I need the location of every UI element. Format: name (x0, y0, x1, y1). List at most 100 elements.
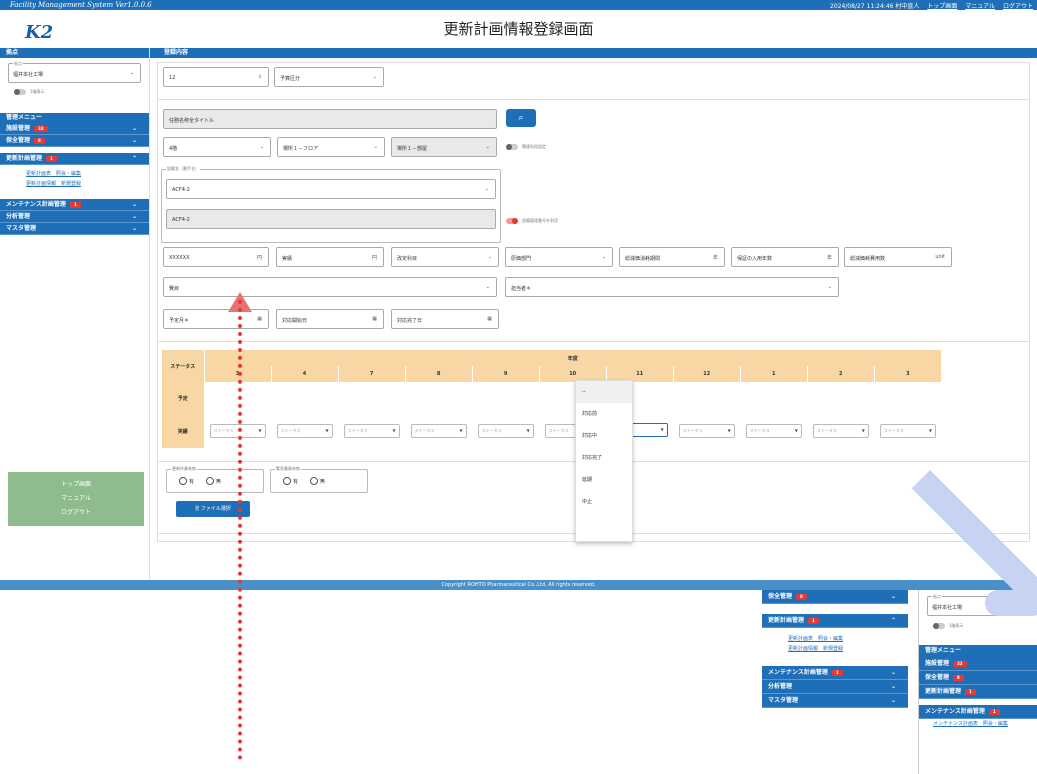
floor-select[interactable]: 4階 ⌄ (163, 137, 271, 157)
dropdown-option[interactable]: 中止 (576, 491, 632, 513)
sublink-plan-register[interactable]: 更新計画情報 新規登録 (762, 644, 908, 654)
sublink-maint-view[interactable]: メンテナンス計画表 照会・編集 (919, 719, 1037, 729)
dropdown-option[interactable]: 対応完了 (576, 447, 632, 469)
floor-toggle-row[interactable]: 1階表示 (933, 622, 1023, 630)
plan-cell (271, 382, 339, 414)
equipment-no-select[interactable]: ACF4-2 ⌄ (166, 179, 496, 199)
dropdown-option[interactable]: 延期 (576, 469, 632, 491)
sublink-plan-view[interactable]: 更新計画表 照会・編集 (762, 634, 908, 644)
status-select[interactable]: ステータス (477, 424, 534, 438)
toggle-switch[interactable] (506, 144, 518, 150)
menu-analysis[interactable]: 分析管理 ⌄ (0, 211, 149, 223)
unit-icon: 年 (826, 255, 832, 261)
actual-status-cell: ステータス (673, 414, 741, 448)
quick-logout-link[interactable]: ログアウト (8, 506, 144, 520)
status-select[interactable]: ステータス (879, 424, 936, 438)
calendar-icon: ▦ (372, 316, 377, 322)
search-button[interactable]: ⌕ (506, 109, 536, 127)
title-field[interactable]: 任務名称全タイトル (163, 109, 497, 129)
chevron-up-icon: ⌃ (131, 155, 137, 162)
start-date-field[interactable]: 対応開始日 ▦ (276, 309, 384, 329)
life2-field[interactable]: 保証の入用年数年 (731, 247, 839, 267)
dept-select[interactable]: 原価部門 ⌄ (505, 247, 613, 267)
toggle-switch[interactable] (14, 89, 26, 95)
dropdown-option[interactable]: -- (576, 381, 632, 403)
section-header: 登録内容 (150, 48, 1037, 58)
status-select[interactable]: ステータス (812, 424, 869, 438)
menu-maintenance[interactable]: 保全管理 8 ⌄ (762, 590, 908, 604)
menu-master[interactable]: マスタ管理 ⌄ (762, 694, 908, 708)
toggle-switch[interactable] (933, 623, 945, 629)
chevron-down-icon: ⌄ (890, 593, 896, 600)
menu-update-plan[interactable]: 更新計画管理 1 ⌃ (0, 153, 149, 165)
chevron-down-icon: ⌄ (131, 213, 137, 220)
yen-icon: 円 (256, 255, 262, 261)
stepper-icon: ⇳ (257, 74, 262, 80)
life3-field[interactable]: 総減価耗費用数 unit (844, 247, 952, 267)
menu-facility[interactable]: 施設管理 33 (919, 657, 1037, 671)
menu-maintenance[interactable]: 保全管理 8 ⌄ (0, 135, 149, 147)
chevron-down-icon: ⌄ (131, 125, 137, 132)
chevron-down-icon: ⌄ (129, 70, 134, 76)
month-header: 1 (740, 366, 808, 382)
dropdown-option[interactable]: 対応中 (576, 425, 632, 447)
end-date-field[interactable]: 対応完了日 ▦ (391, 309, 499, 329)
menu-update-plan[interactable]: 更新計画管理 1 (919, 685, 1037, 699)
radio-no[interactable]: 無 (206, 477, 221, 485)
plan-cell (472, 382, 540, 414)
chevron-down-icon: ⌄ (890, 683, 896, 690)
actual-field[interactable]: 実績円 (276, 247, 384, 267)
menu-analysis[interactable]: 分析管理 ⌄ (762, 680, 908, 694)
menu-maintenance[interactable]: 保全管理 8 (919, 671, 1037, 685)
base-header: 拠点 (0, 48, 149, 58)
status-select[interactable]: ステータス (276, 424, 333, 438)
area-select[interactable]: 場所１－フロア ⌄ (277, 137, 385, 157)
menu-header: 管理メニュー (919, 645, 1037, 657)
fiscal-year-field[interactable]: 12 ⇳ (163, 67, 269, 87)
radio-yes[interactable]: 有 (283, 477, 298, 485)
top-page-link[interactable]: トップ画面 (927, 3, 957, 10)
plan-date-field[interactable]: 予定月＊ ▦ (163, 309, 269, 329)
place-select[interactable]: 場所１－部屋 ⌄ (391, 137, 497, 157)
divider (158, 341, 1029, 342)
sublink-plan-view[interactable]: 更新計画表 照会・編集 (0, 169, 149, 179)
mini-sidebar-left: 保全管理 8 ⌄ 更新計画管理 1 ⌃ 更新計画表 照会・編集 更新計画情報 新規登録 … (762, 590, 908, 774)
status-select[interactable]: ステータス (343, 424, 400, 438)
equip-no-toggle[interactable]: 設備管理番号を利用 (506, 217, 558, 225)
status-select[interactable]: ステータス (678, 424, 735, 438)
menu-master[interactable]: マスタ管理 ⌄ (0, 223, 149, 235)
menu-facility[interactable]: 施設管理 33 ⌄ (0, 123, 149, 135)
plan-type-select[interactable]: 改定科目 ⌄ (391, 247, 499, 267)
menu-maint-plan[interactable]: メンテナンス計画管理 1 ⌄ (0, 199, 149, 211)
life1-field[interactable]: 総減価消耗期間年 (619, 247, 725, 267)
chevron-down-icon: ⌄ (259, 144, 264, 150)
floor-toggle-row[interactable]: 1階表示 (14, 88, 135, 96)
unit-icon: 年 (712, 255, 718, 261)
menu-maint-plan[interactable]: メンテナンス計画管理 1 (919, 705, 1037, 719)
mini-sidebar-right: 拠点 福井本社工場 1階表示 管理メニュー 施設管理 33 保全管理 8 更新計画管理… (918, 590, 1037, 774)
toggle-switch[interactable] (506, 218, 518, 224)
radio-no[interactable]: 無 (310, 477, 325, 485)
person-select[interactable]: 担当者＊ ⌄ (505, 277, 839, 297)
row-actual-label: 実績 (162, 414, 205, 448)
menu-update-plan[interactable]: 更新計画管理 1 ⌃ (762, 614, 908, 628)
calendar-icon: ▦ (487, 316, 492, 322)
base-select[interactable]: 拠点 福井本社工場 ⌄ (8, 61, 141, 83)
manual-link[interactable]: マニュアル (965, 3, 995, 10)
status-select[interactable]: ステータス (410, 424, 467, 438)
chevron-down-icon: ⌄ (601, 254, 606, 260)
contents-select[interactable]: 費目 ⌄ (163, 277, 497, 297)
amount-field[interactable]: XXXXXX 円 (163, 247, 269, 267)
status-select[interactable]: ステータス (745, 424, 802, 438)
quick-top-link[interactable]: トップ画面 (8, 478, 144, 492)
menu-maint-plan[interactable]: メンテナンス計画管理 1 ⌄ (762, 666, 908, 680)
related-toggle[interactable]: 関連利用設定 (506, 143, 546, 151)
chevron-down-icon: ⌄ (484, 186, 489, 192)
radio-yes[interactable]: 有 (179, 477, 194, 485)
logout-link[interactable]: ログアウト (1003, 3, 1033, 10)
dropdown-option[interactable]: 対応前 (576, 403, 632, 425)
calendar-icon: ▦ (257, 316, 262, 322)
quick-manual-link[interactable]: マニュアル (8, 492, 144, 506)
sublink-plan-register[interactable]: 更新計画情報 新規登録 (0, 179, 149, 189)
budget-type-select[interactable]: 予算区分 ⌄ (274, 67, 384, 87)
